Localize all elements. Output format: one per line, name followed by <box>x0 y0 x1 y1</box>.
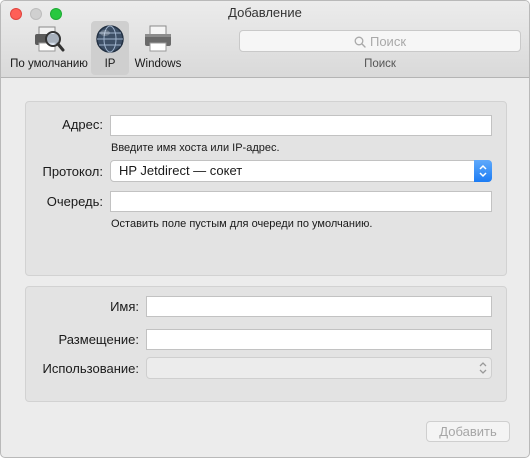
tool-ip-label: IP <box>104 58 116 70</box>
printer-icon <box>142 23 174 55</box>
address-label: Адрес: <box>62 117 103 132</box>
tool-ip[interactable]: IP <box>91 21 129 75</box>
address-field[interactable] <box>110 115 492 136</box>
name-field[interactable] <box>146 296 492 317</box>
printer-details-panel: Имя: Размещение: Использование: <box>25 286 507 402</box>
location-field[interactable] <box>146 329 492 350</box>
protocol-label: Протокол: <box>42 164 103 179</box>
add-button[interactable]: Добавить <box>426 421 510 442</box>
add-printer-window: Добавление По умолчанию IP Windows Поиск… <box>0 0 530 458</box>
queue-hint: Оставить поле пустым для очереди по умол… <box>111 218 373 230</box>
title-toolbar: Добавление По умолчанию IP Windows Поиск… <box>1 1 529 78</box>
queue-label: Очередь: <box>46 194 103 209</box>
window-title: Добавление <box>228 5 302 20</box>
address-hint: Введите имя хоста или IP-адрес. <box>111 142 280 154</box>
protocol-select[interactable]: HP Jetdirect — сокет <box>110 160 492 182</box>
name-label: Имя: <box>110 299 139 314</box>
globe-icon <box>94 23 126 55</box>
location-label: Размещение: <box>58 332 139 347</box>
queue-field[interactable] <box>110 191 492 212</box>
protocol-value: HP Jetdirect — сокет <box>119 163 243 178</box>
search-caption: Поиск <box>364 58 396 70</box>
chevron-updown-icon <box>474 160 492 182</box>
search-icon <box>354 34 370 49</box>
tool-default[interactable]: По умолчанию <box>7 21 91 75</box>
use-label: Использование: <box>42 361 139 376</box>
search-input[interactable]: Поиск <box>239 30 521 52</box>
tool-default-label: По умолчанию <box>10 58 88 70</box>
tool-windows-label: Windows <box>134 58 182 70</box>
search-placeholder: Поиск <box>369 34 407 49</box>
tool-windows[interactable]: Windows <box>131 21 185 75</box>
chevron-updown-icon <box>474 357 492 379</box>
connection-panel: Адрес: Введите имя хоста или IP-адрес. П… <box>25 101 507 276</box>
printer-search-icon <box>33 23 65 55</box>
use-select[interactable] <box>146 357 492 379</box>
